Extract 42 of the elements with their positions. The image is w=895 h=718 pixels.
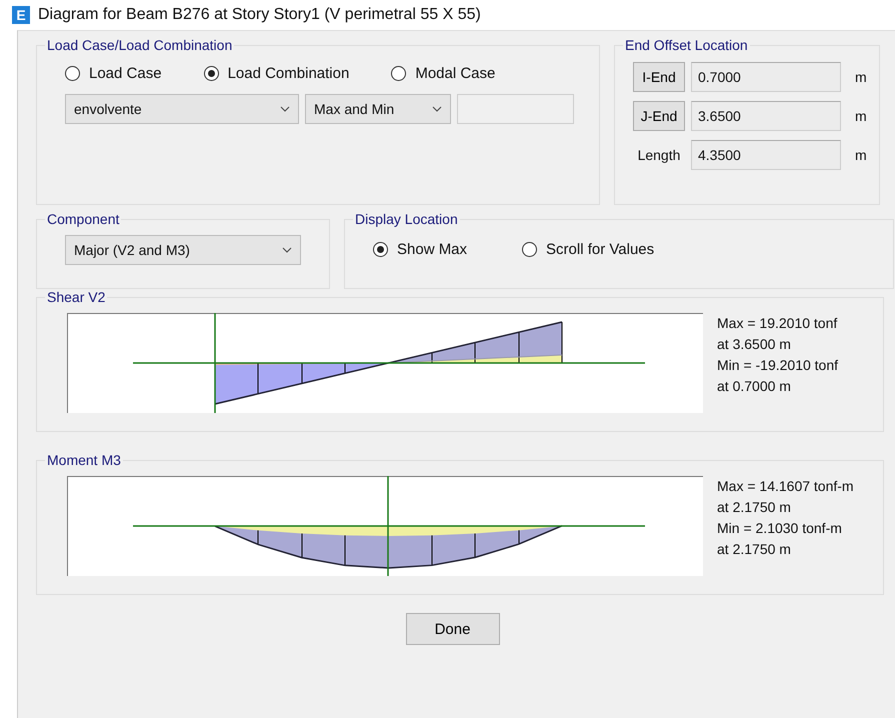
group-title: Moment M3 xyxy=(46,452,122,468)
radio-button-icon[interactable] xyxy=(204,66,219,81)
done-button[interactable]: Done xyxy=(406,613,500,645)
group-title: End Offset Location xyxy=(624,37,749,53)
radio-option[interactable]: Load Combination xyxy=(204,65,350,82)
load-combination-dropdown[interactable]: envolvente xyxy=(65,94,299,124)
component-dropdown[interactable]: Major (V2 and M3) xyxy=(65,235,301,265)
app-icon: E xyxy=(12,6,30,24)
radio-option[interactable]: Scroll for Values xyxy=(522,241,654,258)
unit-label: m xyxy=(855,69,867,85)
group-title: Shear V2 xyxy=(46,289,106,305)
result-text: Max = 19.2010 tonf xyxy=(717,315,838,331)
result-text: at 0.7000 m xyxy=(717,378,792,394)
result-text: at 2.1750 m xyxy=(717,541,792,557)
radio-button-icon[interactable] xyxy=(522,242,538,257)
field-label: Length xyxy=(636,146,682,165)
radio-button-icon[interactable] xyxy=(391,66,406,81)
result-text: at 2.1750 m xyxy=(717,499,792,515)
result-text: Min = -19.2010 tonf xyxy=(717,357,838,373)
value-field: 0.7000 xyxy=(691,62,841,92)
radio-option[interactable]: Modal Case xyxy=(391,65,496,82)
result-text: Min = 2.1030 tonf-m xyxy=(717,520,843,536)
value-field: 3.6500 xyxy=(691,101,841,131)
end-button[interactable]: I-End xyxy=(633,62,685,92)
chevron-icon xyxy=(432,106,442,112)
radio-option[interactable]: Load Case xyxy=(65,65,162,82)
envelope-type-dropdown[interactable]: Max and Min xyxy=(305,94,451,124)
group-title: Load Case/Load Combination xyxy=(46,37,234,53)
end-button[interactable]: J-End xyxy=(633,101,685,131)
window-title: Diagram for Beam B276 at Story Story1 (V perimetral 55 X 55) xyxy=(38,6,481,24)
unit-label: m xyxy=(855,108,867,124)
radio-button-icon[interactable] xyxy=(373,242,388,257)
group-title: Display Location xyxy=(354,211,459,227)
radio-option[interactable]: Show Max xyxy=(373,241,468,258)
value-field: 4.3500 xyxy=(691,140,841,170)
unit-label: m xyxy=(855,147,867,163)
group-title: Component xyxy=(46,211,120,227)
chevron-icon xyxy=(282,247,292,253)
radio-button-icon[interactable] xyxy=(65,66,80,81)
chevron-icon xyxy=(280,106,290,112)
result-text: at 3.6500 m xyxy=(717,336,792,352)
result-text: Max = 14.1607 tonf-m xyxy=(717,478,854,494)
